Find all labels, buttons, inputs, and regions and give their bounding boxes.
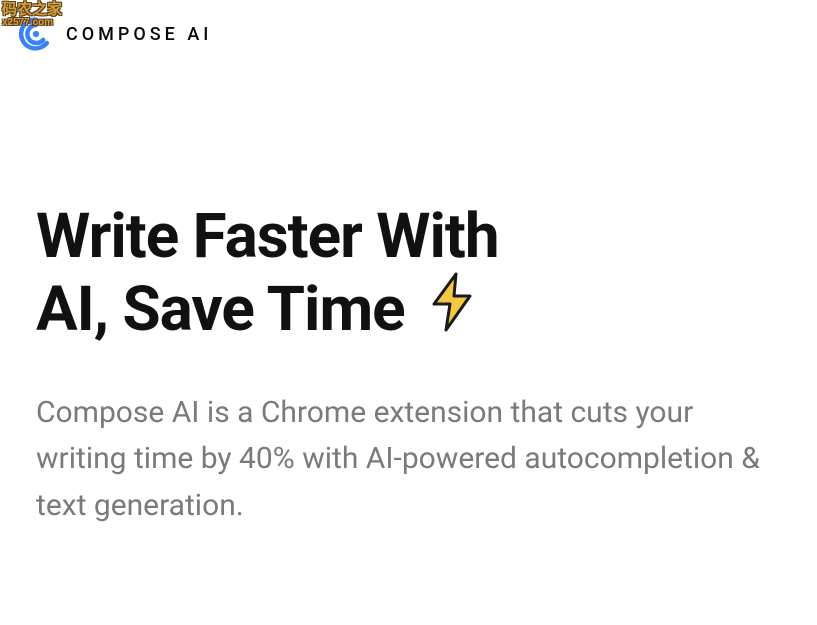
brand-name: COMPOSE AI (66, 24, 212, 45)
watermark-subtitle: x2577.com (2, 18, 62, 28)
watermark-title: 码农之家 (2, 2, 62, 17)
hero-section: Write Faster With AI, Save Time Compose … (36, 200, 781, 529)
lightning-bolt-icon (425, 272, 479, 348)
headline-line-1: Write Faster With (36, 200, 499, 273)
hero-subtitle: Compose AI is a Chrome extension that cu… (36, 390, 781, 530)
watermark-badge: 码农之家 x2577.com (2, 2, 62, 28)
hero-headline: Write Faster With AI, Save Time (36, 200, 781, 348)
headline-line-2: AI, Save Time (36, 273, 405, 346)
